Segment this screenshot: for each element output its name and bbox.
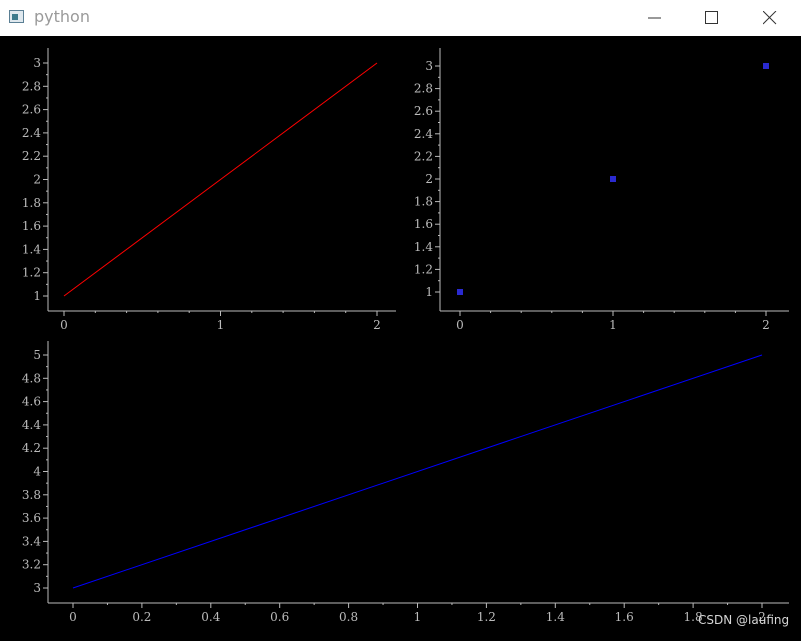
series-line: [63, 62, 378, 297]
x-tick-label: 0.6: [270, 610, 289, 624]
x-tick-label: 0: [60, 318, 68, 332]
y-tick-label: 3.4: [22, 534, 41, 548]
x-tick-label: 0.2: [132, 610, 151, 624]
y-tick-label: 2.6: [22, 103, 41, 117]
y-tick-label: 2.4: [414, 127, 433, 141]
close-icon: [763, 11, 777, 25]
minimize-button[interactable]: [626, 0, 684, 36]
y-tick-label: 3.2: [22, 558, 41, 572]
y-tick-label: 1.8: [22, 196, 41, 210]
y-tick-label: 1.4: [414, 240, 433, 254]
y-tick-label: 1.6: [22, 219, 41, 233]
y-tick-label: 5: [33, 348, 41, 362]
subplot-3: 3 3.2 3.4 3.6 3.8 4 4.2 4.4 4.6 4.8 5 0 0.2 0.4 0.6 0.8…: [22, 341, 789, 624]
x-tick-label: 0.8: [339, 610, 358, 624]
x-tick-label: 0: [456, 318, 464, 332]
y-tick-label: 2.6: [414, 104, 433, 118]
y-tick-label: 2: [33, 173, 41, 187]
y-tick-label: 4.4: [22, 418, 41, 432]
maximize-button[interactable]: [683, 0, 741, 36]
y-tick-label: 4.2: [22, 441, 41, 455]
series-line: [72, 354, 763, 589]
y-tick-label: 3: [425, 59, 433, 73]
x-tick-label: 1.2: [477, 610, 496, 624]
y-tick-label: 2.4: [22, 126, 41, 140]
data-point: [457, 289, 463, 295]
x-tick-label: 0: [69, 610, 77, 624]
x-tick-label: 1.4: [546, 610, 565, 624]
x-tick-label: 2: [762, 318, 770, 332]
subplot-2: 1 1.2 1.4 1.6 1.8 2 2.2 2.4 2.6 2.8 3 0 1 2: [414, 48, 789, 332]
y-tick-label: 1.6: [414, 217, 433, 231]
plot-area: 1 1.2 1.4 1.6 1.8 2 2.2 2.4 2.6 2.8 3 0 1 2 1 1.2 1.4 1.6…: [0, 36, 801, 637]
x-tick-label: 1: [609, 318, 617, 332]
y-tick-label: 2.2: [22, 149, 41, 163]
window-titlebar: python: [0, 0, 801, 36]
y-tick-label: 1.2: [414, 262, 433, 276]
plot-canvas: 1 1.2 1.4 1.6 1.8 2 2.2 2.4 2.6 2.8 3 0 1 2 1 1.2 1.4 1.6…: [22, 48, 789, 624]
minimize-icon: [648, 17, 661, 19]
y-tick-label: 3: [33, 581, 41, 595]
window-app-icon: [9, 10, 24, 23]
x-tick-label: 1: [217, 318, 225, 332]
maximize-icon: [705, 11, 718, 24]
y-tick-label: 4.8: [22, 371, 41, 385]
y-tick-label: 1.2: [22, 266, 41, 280]
y-tick-label: 3.6: [22, 511, 41, 525]
x-tick-label: 0.4: [201, 610, 220, 624]
x-tick-label: 2: [373, 318, 381, 332]
subplot-1: 1 1.2 1.4 1.6 1.8 2 2.2 2.4 2.6 2.8 3 0 1 2: [22, 48, 396, 332]
window-title: python: [34, 7, 90, 26]
y-tick-label: 2.8: [22, 79, 41, 93]
data-point: [763, 63, 769, 69]
close-button[interactable]: [741, 0, 799, 36]
x-tick-label: 1: [414, 610, 422, 624]
watermark: CSDN @laufing: [698, 613, 790, 627]
y-tick-label: 2.8: [414, 82, 433, 96]
y-tick-label: 1.4: [22, 242, 41, 256]
data-point: [610, 176, 616, 182]
y-tick-label: 4.6: [22, 395, 41, 409]
y-tick-label: 1.8: [414, 195, 433, 209]
y-tick-label: 3: [33, 56, 41, 70]
x-tick-label: 1.6: [615, 610, 634, 624]
y-tick-label: 1: [33, 289, 41, 303]
y-tick-label: 4: [33, 465, 41, 479]
y-tick-label: 2: [425, 172, 433, 186]
y-tick-label: 1: [425, 285, 433, 299]
y-tick-label: 2.2: [414, 149, 433, 163]
y-tick-label: 3.8: [22, 488, 41, 502]
